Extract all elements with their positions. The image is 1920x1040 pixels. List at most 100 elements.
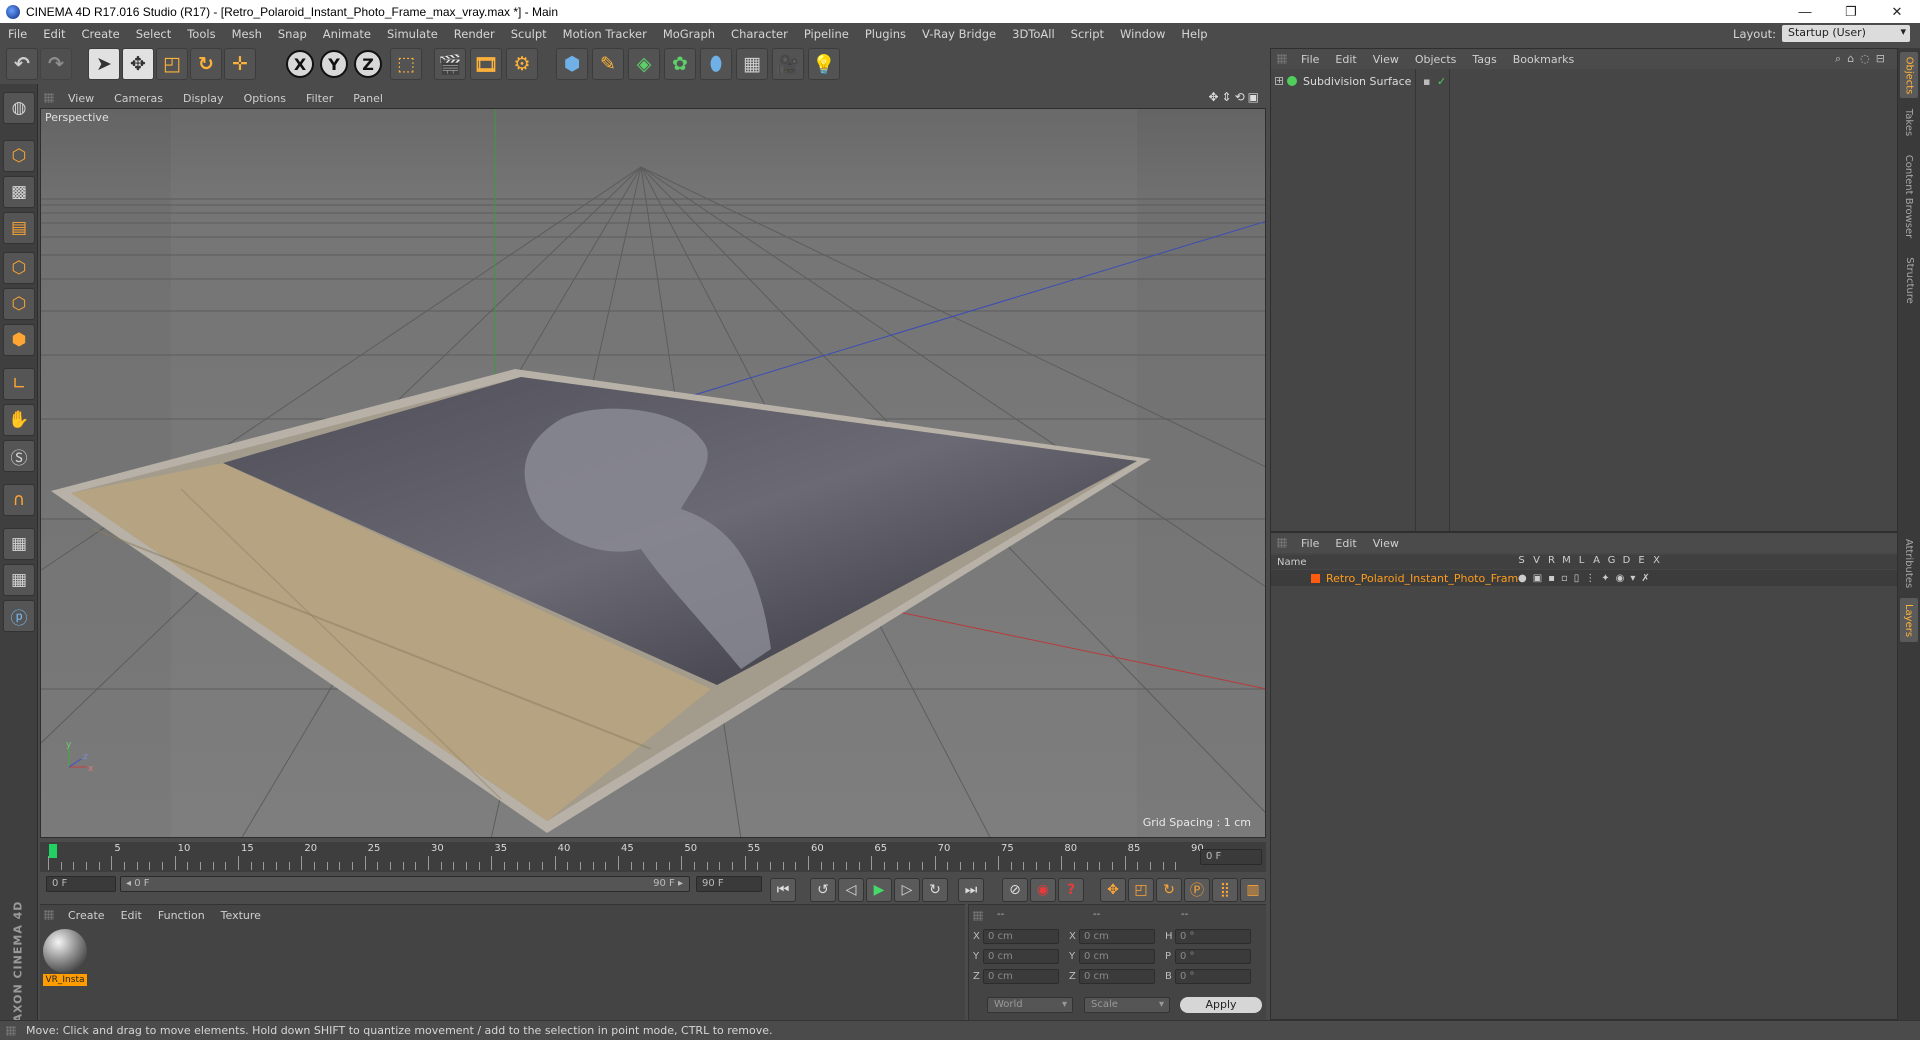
- scale-tool-icon[interactable]: ◰: [156, 48, 188, 80]
- live-selection-icon[interactable]: ➤: [88, 48, 120, 80]
- position-z-field[interactable]: 0 cm: [983, 969, 1059, 984]
- layer-row[interactable]: Retro_Polaroid_Instant_Photo_Frame ●▣▪▫▯…: [1271, 570, 1897, 586]
- x-axis-lock-button[interactable]: X: [286, 50, 314, 78]
- menu-3dtoall[interactable]: 3DToAll: [1004, 27, 1063, 41]
- z-axis-lock-button[interactable]: Z: [354, 50, 382, 78]
- key-pla-icon[interactable]: ⣿: [1212, 878, 1238, 902]
- subdivision-surface-icon[interactable]: ◈: [628, 48, 660, 80]
- tab-objects[interactable]: Objects: [1900, 52, 1918, 98]
- menu-motion-tracker[interactable]: Motion Tracker: [555, 27, 655, 41]
- last-used-tool-icon[interactable]: ✛: [224, 48, 256, 80]
- workplane-mode-icon[interactable]: ▤: [3, 212, 35, 244]
- step-back-icon[interactable]: ◁: [838, 878, 864, 902]
- maximize-button[interactable]: ❐: [1828, 0, 1874, 23]
- make-editable-icon[interactable]: ◍: [3, 92, 35, 124]
- menu-vray-bridge[interactable]: V-Ray Bridge: [914, 27, 1004, 41]
- size-y-field[interactable]: 0 cm: [1079, 949, 1155, 964]
- menu-edit[interactable]: Edit: [35, 27, 73, 41]
- viewport-menu-view[interactable]: View: [58, 92, 104, 105]
- object-menu-bookmarks[interactable]: Bookmarks: [1505, 53, 1582, 66]
- menu-sculpt[interactable]: Sculpt: [503, 27, 555, 41]
- snapping-icon[interactable]: Ⓢ: [3, 440, 35, 472]
- menu-tools[interactable]: Tools: [179, 27, 223, 41]
- perspective-viewport[interactable]: y z x Perspective Grid Spacing : 1 cm: [40, 108, 1266, 838]
- menu-help[interactable]: Help: [1173, 27, 1215, 41]
- play-icon[interactable]: ▶: [866, 878, 892, 902]
- viewport-menu-panel[interactable]: Panel: [343, 92, 393, 105]
- undo-icon[interactable]: ↶: [6, 48, 38, 80]
- key-position-icon[interactable]: ✥: [1100, 878, 1126, 902]
- key-scale-icon[interactable]: ◰: [1128, 878, 1154, 902]
- tab-structure[interactable]: Structure: [1900, 250, 1918, 310]
- render-picture-viewer-icon[interactable]: 🎞: [470, 48, 502, 80]
- menu-script[interactable]: Script: [1063, 27, 1112, 41]
- size-z-field[interactable]: 0 cm: [1079, 969, 1155, 984]
- object-menu-tags[interactable]: Tags: [1464, 53, 1504, 66]
- rotation-b-field[interactable]: 0 °: [1175, 969, 1251, 984]
- menu-pipeline[interactable]: Pipeline: [796, 27, 857, 41]
- coord-mode-dropdown[interactable]: World: [987, 997, 1073, 1013]
- menu-mograph[interactable]: MoGraph: [655, 27, 723, 41]
- step-forward-icon[interactable]: ▷: [894, 878, 920, 902]
- autokeying-icon[interactable]: ?: [1058, 878, 1084, 902]
- menu-select[interactable]: Select: [128, 27, 179, 41]
- material-menu-create[interactable]: Create: [60, 909, 113, 922]
- object-menu-edit[interactable]: Edit: [1327, 53, 1364, 66]
- key-rotation-icon[interactable]: ↻: [1156, 878, 1182, 902]
- visibility-toggle-icon[interactable]: ▪: [1423, 75, 1430, 88]
- layer-menu-file[interactable]: File: [1293, 537, 1327, 550]
- rotation-h-field[interactable]: 0 °: [1175, 929, 1251, 944]
- redo-icon[interactable]: ↷: [40, 48, 72, 80]
- render-view-icon[interactable]: 🎬: [434, 48, 466, 80]
- coord-scale-dropdown[interactable]: Scale: [1084, 997, 1170, 1013]
- viewport-nav-icons[interactable]: ✥⇕⟲▣: [1208, 90, 1262, 104]
- menu-create[interactable]: Create: [74, 27, 128, 41]
- go-to-next-key-icon[interactable]: ↻: [922, 878, 948, 902]
- go-to-previous-key-icon[interactable]: ↺: [810, 878, 836, 902]
- edges-mode-icon[interactable]: ⬡: [3, 288, 35, 320]
- workplane-lock-icon[interactable]: ▦: [3, 528, 35, 560]
- material-menu-function[interactable]: Function: [150, 909, 213, 922]
- menu-animate[interactable]: Animate: [315, 27, 379, 41]
- object-menu-file[interactable]: File: [1293, 53, 1327, 66]
- layer-menu-view[interactable]: View: [1365, 537, 1407, 550]
- tab-takes[interactable]: Takes: [1900, 102, 1918, 142]
- layer-menu-edit[interactable]: Edit: [1327, 537, 1364, 550]
- close-button[interactable]: ✕: [1874, 0, 1920, 23]
- tab-layers[interactable]: Layers: [1900, 598, 1918, 642]
- rotation-p-field[interactable]: 0 °: [1175, 949, 1251, 964]
- polygons-mode-icon[interactable]: ⬢: [3, 324, 35, 356]
- object-manager-search-icons[interactable]: ⌕⌂◌⊟: [1835, 52, 1891, 66]
- menu-simulate[interactable]: Simulate: [379, 27, 446, 41]
- viewport-menu-options[interactable]: Options: [234, 92, 296, 105]
- camera-icon[interactable]: 🎥: [772, 48, 804, 80]
- timeline-window-icon[interactable]: ▥: [1240, 878, 1266, 902]
- enabled-check-icon[interactable]: ✓: [1437, 75, 1446, 88]
- y-axis-lock-button[interactable]: Y: [320, 50, 348, 78]
- material-menu-texture[interactable]: Texture: [213, 909, 269, 922]
- position-y-field[interactable]: 0 cm: [983, 949, 1059, 964]
- pen-spline-icon[interactable]: ✎: [592, 48, 624, 80]
- menu-plugins[interactable]: Plugins: [857, 27, 914, 41]
- cube-primitive-icon[interactable]: ⬢: [556, 48, 588, 80]
- go-to-end-icon[interactable]: ⏭: [958, 878, 984, 902]
- current-frame-field[interactable]: 0 F: [1200, 849, 1262, 865]
- rotate-tool-icon[interactable]: ↻: [190, 48, 222, 80]
- start-frame-field[interactable]: 0 F: [46, 876, 116, 892]
- tab-content-browser[interactable]: Content Browser: [1900, 146, 1918, 246]
- key-parameter-icon[interactable]: Ⓟ: [1184, 878, 1210, 902]
- move-tool-icon[interactable]: ✥: [122, 48, 154, 80]
- menu-snap[interactable]: Snap: [270, 27, 315, 41]
- viewport-menu-display[interactable]: Display: [173, 92, 234, 105]
- material-menu-edit[interactable]: Edit: [113, 909, 150, 922]
- object-menu-view[interactable]: View: [1365, 53, 1407, 66]
- deformer-icon[interactable]: ⬮: [700, 48, 732, 80]
- timeline-ruler[interactable]: 051015202530354045505560657075808590 0 F: [40, 842, 1266, 872]
- menu-render[interactable]: Render: [446, 27, 503, 41]
- object-menu-objects[interactable]: Objects: [1407, 53, 1465, 66]
- expand-icon[interactable]: +: [1275, 77, 1283, 85]
- viewport-menu-filter[interactable]: Filter: [296, 92, 343, 105]
- tweak-mode-icon[interactable]: ✋: [3, 404, 35, 436]
- magnet-icon[interactable]: ∩: [3, 484, 35, 516]
- model-mode-icon[interactable]: ⬡: [3, 140, 35, 172]
